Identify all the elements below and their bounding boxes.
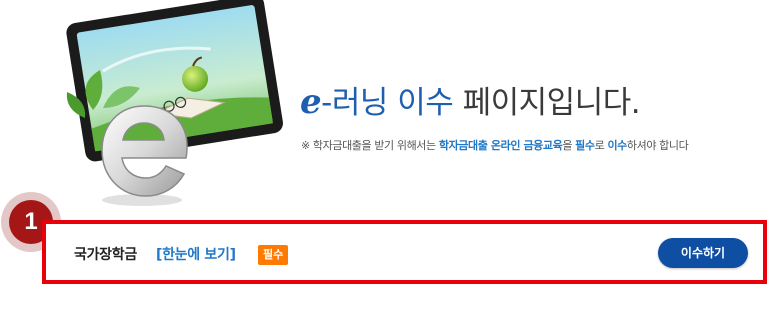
- course-overview-link[interactable]: [한눈에 보기]: [156, 246, 236, 264]
- notice-mid-1: 을: [562, 139, 576, 152]
- page-title: e-러닝 이수 페이지입니다.: [300, 82, 641, 123]
- title-part-learning: -러닝 이수: [321, 85, 454, 121]
- elearning-page: e-러닝 이수 페이지입니다. ※ 학자금대출을 받기 위해서는 학자금대출 온…: [0, 0, 773, 314]
- notice-text: ※ 학자금대출을 받기 위해서는 학자금대출 온라인 금융교육을 필수로 이수하…: [301, 138, 689, 154]
- title-part-page: 페이지입니다.: [453, 85, 641, 121]
- notice-prefix: ※ 학자금대출을 받기 위해서는: [301, 139, 439, 152]
- tablet-e-illustration: [45, 0, 285, 210]
- course-title: 국가장학금: [74, 247, 137, 263]
- notice-highlight-required: 필수: [575, 139, 595, 152]
- notice-highlight-course: 학자금대출 온라인 금융교육: [438, 139, 563, 152]
- notice-suffix: 하셔야 합니다: [626, 139, 689, 152]
- title-e-mark: e: [300, 82, 322, 122]
- required-badge: 필수: [258, 245, 289, 265]
- notice-mid-2: 로: [594, 139, 608, 152]
- course-row: 국가장학금 [한눈에 보기] 필수 이수하기: [46, 224, 763, 280]
- complete-course-button[interactable]: 이수하기: [658, 238, 748, 268]
- tablet-e-icon: [66, 0, 283, 206]
- course-highlight-box: 국가장학금 [한눈에 보기] 필수 이수하기: [42, 220, 767, 284]
- notice-highlight-complete: 이수: [607, 139, 627, 152]
